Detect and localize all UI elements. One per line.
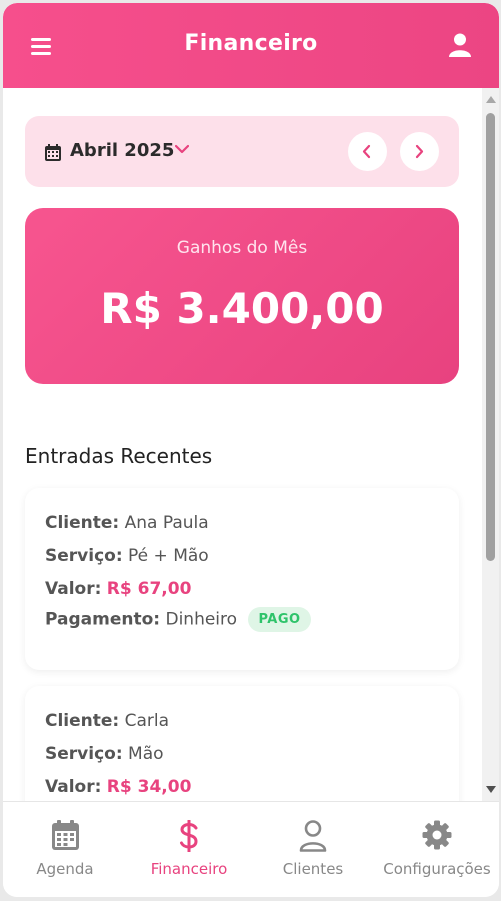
service-row: Serviço: Pé + Mão — [45, 546, 209, 566]
service-label: Serviço: — [45, 744, 123, 764]
client-value: Carla — [124, 711, 170, 731]
service-value: Mão — [128, 744, 164, 764]
scrollbar[interactable] — [482, 88, 499, 801]
service-row: Serviço: Mão — [45, 744, 164, 764]
chevron-down-icon[interactable] — [175, 144, 189, 154]
previous-month-button[interactable] — [348, 132, 387, 171]
nav-item-agenda[interactable]: Agenda — [3, 802, 127, 897]
value-amount: R$ 67,00 — [106, 579, 192, 599]
scroll-down-arrow-icon[interactable] — [486, 786, 496, 793]
user-icon[interactable] — [449, 33, 471, 57]
client-value: Ana Paula — [124, 513, 209, 533]
dollar-icon — [180, 820, 198, 852]
nav-item-clientes[interactable]: Clientes — [251, 802, 375, 897]
user-icon — [299, 820, 327, 852]
chevron-right-icon — [415, 144, 424, 159]
chevron-left-icon — [362, 144, 371, 159]
value-amount: R$ 34,00 — [106, 777, 192, 797]
month-label[interactable]: Abril 2025 — [70, 140, 174, 161]
nav-label: Financeiro — [150, 860, 228, 878]
payment-method: Dinheiro — [165, 609, 238, 630]
value-label: Valor: — [45, 777, 102, 797]
nav-label: Clientes — [282, 860, 344, 878]
status-badge: PAGO — [248, 607, 311, 632]
gear-icon — [422, 820, 452, 850]
entry-card[interactable]: Cliente: Ana Paula Serviço: Pé + Mão Val… — [25, 488, 459, 670]
section-title: Entradas Recentes — [25, 444, 213, 468]
scroll-up-arrow-icon[interactable] — [486, 96, 496, 103]
nav-label: Agenda — [36, 860, 94, 878]
entry-card[interactable]: Cliente: Carla Serviço: Mão Valor: R$ 34… — [25, 686, 459, 801]
calendar-icon — [45, 144, 61, 161]
nav-item-financeiro[interactable]: Financeiro — [127, 802, 251, 897]
earnings-label: Ganhos do Mês — [176, 238, 308, 258]
value-label: Valor: — [45, 579, 102, 599]
service-label: Serviço: — [45, 546, 123, 566]
calendar-icon — [52, 820, 79, 850]
client-label: Cliente: — [45, 711, 120, 731]
service-value: Pé + Mão — [128, 546, 209, 566]
monthly-earnings-card: Ganhos do Mês R$ 3.400,00 — [25, 208, 459, 384]
payment-row: Pagamento: Dinheiro PAGO — [45, 607, 311, 632]
scroll-content[interactable]: Abril 2025 Ganhos do Mês R$ 3.400,00 Ent… — [3, 88, 499, 801]
earnings-value: R$ 3.400,00 — [100, 284, 384, 333]
month-selector: Abril 2025 — [25, 116, 459, 187]
scrollbar-thumb[interactable] — [486, 113, 495, 561]
value-row: Valor: R$ 34,00 — [45, 777, 191, 797]
client-row: Cliente: Ana Paula — [45, 513, 209, 533]
value-row: Valor: R$ 67,00 — [45, 579, 191, 599]
app-frame: Financeiro Abril 2025 Ganhos do Mês R$ 3… — [3, 3, 499, 897]
nav-item-configuracoes[interactable]: Configurações — [375, 802, 499, 897]
page-title: Financeiro — [184, 31, 318, 56]
payment-label: Pagamento: — [45, 609, 161, 630]
top-app-bar: Financeiro — [3, 3, 499, 88]
client-label: Cliente: — [45, 513, 120, 533]
next-month-button[interactable] — [400, 132, 439, 171]
bottom-navigation: Agenda Financeiro Clientes Configurações — [3, 801, 499, 897]
nav-label: Configurações — [383, 860, 491, 878]
client-row: Cliente: Carla — [45, 711, 169, 731]
